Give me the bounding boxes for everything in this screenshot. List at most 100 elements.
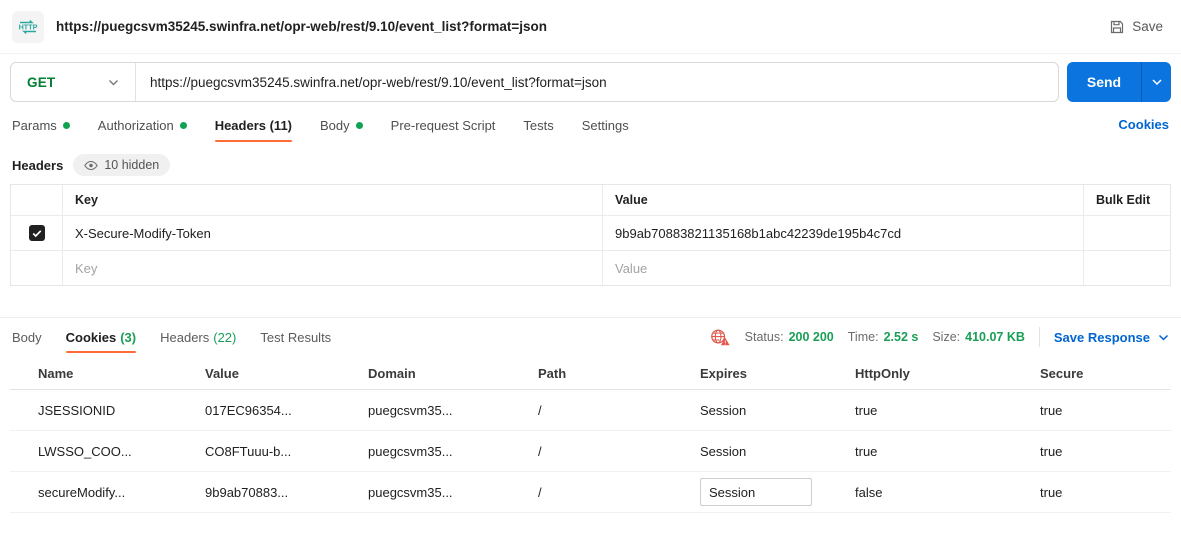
tabs-right: Cookies [1118,116,1169,134]
tab-pre-request-script[interactable]: Pre-request Script [391,102,496,148]
request-title: https://puegcsvm35245.swinfra.net/opr-we… [56,19,548,34]
tab-label: Body [12,329,42,345]
tab-label: Pre-request Script [390,117,496,133]
request-topbar: HTTP https://puegcsvm35245.swinfra.net/o… [0,0,1181,54]
tab-label: Settings [581,117,629,133]
header-value-cell[interactable]: 9b9ab70883821135168b1abc42239de195b4c7cd [603,216,1084,250]
tab-count: (3) [120,329,137,345]
response-tabs: Body Cookies (3) Headers (22) Test Resul… [12,318,1169,356]
cookie-secure: true [1040,443,1063,459]
response-tab-cookies[interactable]: Cookies (3) [65,318,137,356]
cookie-secure: true [1040,484,1063,500]
size-value: 410.07 KB [965,330,1025,344]
bulk-edit-cell: Bulk Edit [1084,185,1170,215]
ssl-warning-icon[interactable]: ! [710,328,731,347]
tab-params[interactable]: Params [12,102,70,148]
tab-authorization[interactable]: Authorization [98,102,187,148]
tab-body[interactable]: Body [320,102,363,148]
send-options-button[interactable] [1141,62,1171,102]
new-value-input[interactable] [615,260,1071,276]
col-name: Name [38,366,74,381]
table-row: LWSSO_COO... CO8FTuuu-b... puegcsvm35...… [10,431,1171,472]
cookies-link[interactable]: Cookies [1118,117,1169,132]
select-column-header [11,185,63,215]
method-selector[interactable]: GET [11,63,135,101]
headers-table: Key Value Bulk Edit X-Secure-Modify-Toke… [10,184,1171,286]
url-input[interactable] [136,63,1058,101]
save-label: Save [1132,19,1163,34]
value-column-header: Value [603,185,1084,215]
table-row-empty [11,250,1170,285]
save-button[interactable]: Save [1109,19,1163,35]
hidden-headers-label: 10 hidden [104,158,160,172]
header-key-cell[interactable]: X-Secure-Modify-Token [63,216,603,250]
response-tab-headers[interactable]: Headers (22) [160,318,236,356]
tab-label: Test Results [260,329,332,345]
tab-settings[interactable]: Settings [582,102,629,148]
tab-label: Authorization [97,117,174,133]
cookie-name: JSESSIONID [38,402,116,418]
new-key-input[interactable] [75,260,590,276]
svg-text:!: ! [724,340,726,346]
modified-dot [62,121,70,129]
response-tab-body[interactable]: Body [12,318,42,356]
save-response-label: Save Response [1053,329,1150,345]
cookie-httponly: true [855,443,878,459]
modified-dot [355,121,363,129]
time-label: Time: [847,330,879,344]
checkbox-cell [11,216,63,250]
status-value: 200 200 [788,330,834,344]
headers-table-header: Key Value Bulk Edit [11,185,1170,215]
save-response-button[interactable]: Save Response [1054,330,1169,345]
cookie-httponly: true [855,402,878,418]
method-label: GET [27,74,56,90]
headers-section-title: Headers [12,157,64,173]
tab-headers[interactable]: Headers (11) [214,102,293,148]
time-stat: Time: 2.52 s [848,330,919,344]
tab-label: Tests [523,117,554,133]
table-row: JSESSIONID 017EC96354... puegcsvm35... /… [10,390,1171,431]
checkbox-cell [11,251,63,285]
cookie-expires-editor [700,478,855,506]
cookie-expires-input[interactable] [700,478,812,506]
tab-tests[interactable]: Tests [523,102,553,148]
eye-icon [84,160,99,170]
cookie-domain: puegcsvm35... [368,402,453,418]
response-tab-test-results[interactable]: Test Results [260,318,331,356]
cookie-secure: true [1040,402,1063,418]
table-row: secureModify... 9b9ab70883... puegcsvm35… [10,472,1171,513]
cookie-name: secureModify... [38,484,126,500]
tab-count: (22) [213,329,237,345]
row-actions-cell [1084,216,1170,250]
send-button-group: Send [1067,62,1171,102]
cookies-table: Name Value Domain Path Expires HttpOnly … [10,358,1171,513]
col-domain: Domain [368,366,416,381]
tab-label: Params [12,117,57,133]
send-button[interactable]: Send [1067,62,1141,102]
cookies-table-header: Name Value Domain Path Expires HttpOnly … [10,358,1171,390]
bulk-edit-button[interactable]: Bulk Edit [1096,193,1150,207]
status-stat: Status: 200 200 [745,330,834,344]
hidden-headers-toggle[interactable]: 10 hidden [73,154,171,176]
header-enabled-checkbox[interactable] [28,225,45,241]
divider [1038,327,1040,347]
chevron-down-icon [109,79,118,85]
request-bar: GET Send [10,62,1171,102]
http-glyph: HTTP [19,19,38,34]
chevron-down-icon [1151,79,1162,85]
cookie-expires: Session [700,402,747,418]
svg-text:HTTP: HTTP [19,22,38,31]
cookie-path: / [538,484,542,500]
url-box: GET [10,62,1059,102]
http-request-icon: HTTP [12,10,44,43]
time-value: 2.52 s [883,330,919,344]
cookie-domain: puegcsvm35... [368,443,453,459]
tab-label: Headers [160,329,210,345]
col-secure: Secure [1040,366,1084,381]
check-icon [32,229,41,237]
col-path: Path [538,366,567,381]
cookie-path: / [538,402,542,418]
col-expires: Expires [700,366,747,381]
tab-label: Cookies [65,329,117,345]
save-icon [1111,20,1124,33]
